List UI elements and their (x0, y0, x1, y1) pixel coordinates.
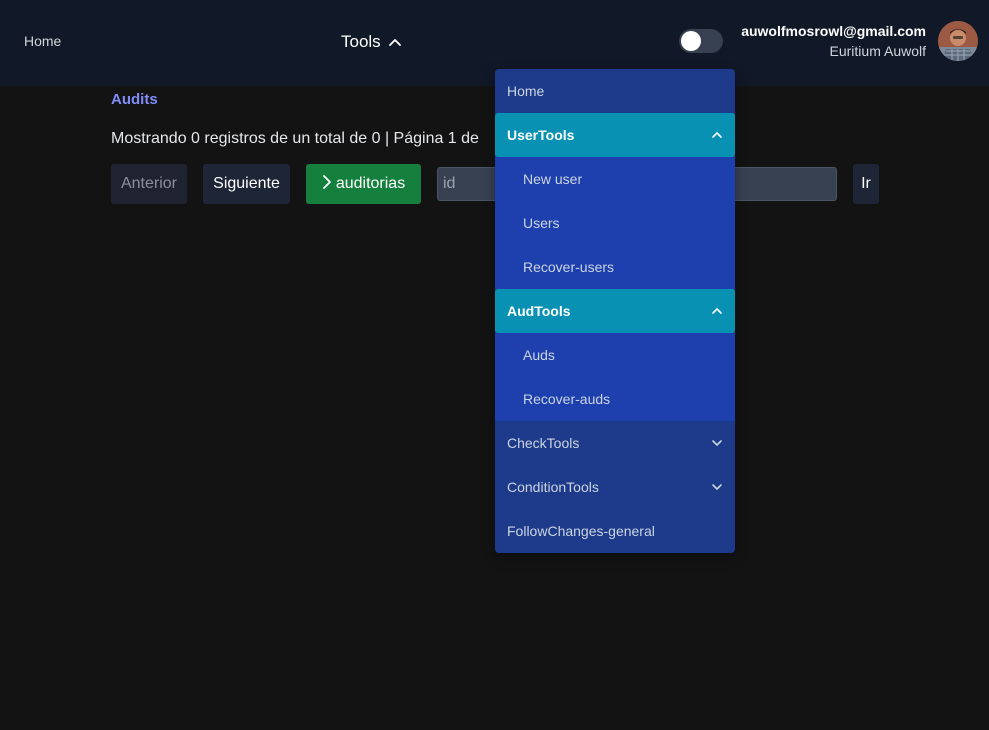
go-button[interactable]: Ir (853, 164, 879, 204)
chevron-right-icon (322, 174, 332, 195)
nav-home-link[interactable]: Home (24, 33, 61, 49)
tools-dropdown-menu: Home UserTools New user Users Recover-us… (495, 69, 735, 553)
avatar[interactable] (938, 21, 978, 61)
next-button[interactable]: Siguiente (203, 164, 290, 204)
menu-item-followchanges-general[interactable]: FollowChanges-general (495, 509, 735, 553)
menu-item-users[interactable]: Users (495, 201, 735, 245)
previous-button[interactable]: Anterior (111, 164, 187, 204)
menu-section-label: CheckTools (507, 435, 580, 451)
pagination-summary: Mostrando 0 registros de un total de 0 |… (111, 130, 479, 147)
menu-section-usertools[interactable]: UserTools (495, 113, 735, 157)
menu-section-label: UserTools (507, 127, 575, 143)
chevron-up-icon (388, 38, 401, 46)
menu-item-label: Recover-users (523, 259, 615, 275)
nav-tools-menu-button[interactable]: Tools (341, 32, 401, 52)
audits-button-label: auditorias (335, 175, 406, 192)
menu-item-recover-users[interactable]: Recover-users (495, 245, 735, 289)
menu-item-auds[interactable]: Auds (495, 333, 735, 377)
chevron-down-icon (711, 439, 723, 447)
menu-item-label: New user (523, 171, 583, 187)
menu-item-label: Home (507, 83, 545, 99)
audits-button[interactable]: auditorias (306, 164, 421, 204)
menu-item-label: Auds (523, 347, 555, 363)
menu-section-conditiontools[interactable]: ConditionTools (495, 465, 735, 509)
chevron-up-icon (711, 131, 723, 139)
user-email: auwolfmosrowl@gmail.com (741, 23, 926, 39)
theme-toggle[interactable] (679, 29, 723, 53)
menu-section-label: AudTools (507, 303, 571, 319)
user-info: auwolfmosrowl@gmail.com Euritium Auwolf (741, 22, 926, 60)
chevron-up-icon (711, 307, 723, 315)
menu-item-home[interactable]: Home (495, 69, 735, 113)
menu-section-audtools[interactable]: AudTools (495, 289, 735, 333)
menu-item-new-user[interactable]: New user (495, 157, 735, 201)
menu-section-label: ConditionTools (507, 479, 599, 495)
nav-tools-label: Tools (341, 32, 381, 51)
menu-section-checktools[interactable]: CheckTools (495, 421, 735, 465)
user-name: Euritium Auwolf (829, 43, 926, 59)
menu-item-recover-auds[interactable]: Recover-auds (495, 377, 735, 421)
menu-item-label: Recover-auds (523, 391, 611, 407)
chevron-down-icon (711, 483, 723, 491)
menu-item-label: FollowChanges-general (507, 523, 655, 539)
toggle-knob (681, 31, 701, 51)
page-title: Audits (111, 91, 158, 108)
menu-item-label: Users (523, 215, 560, 231)
